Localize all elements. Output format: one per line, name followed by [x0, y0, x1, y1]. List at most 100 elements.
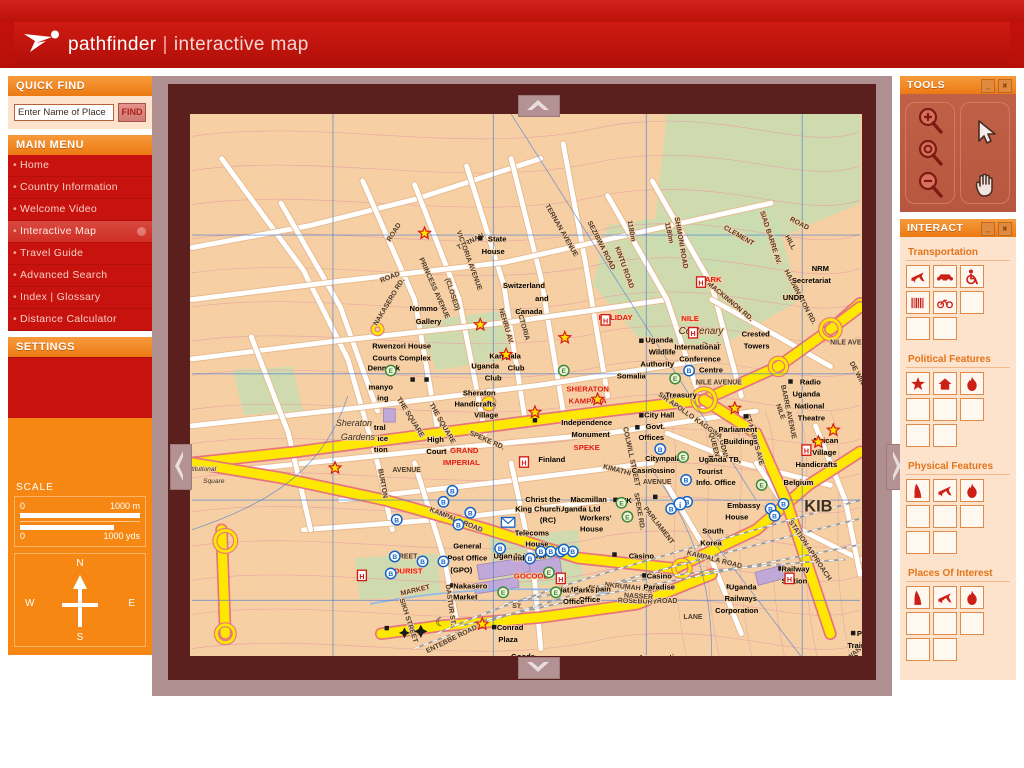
empty-filter-cell[interactable]	[960, 505, 984, 528]
left-sidebar: QUICK FIND FIND MAIN MENU Home Country In…	[8, 76, 152, 655]
interact-icon-grid	[906, 479, 1010, 554]
svg-text:Macmillan: Macmillan	[570, 495, 607, 504]
compass-north-label: N	[76, 558, 84, 569]
svg-text:IMPERIAL: IMPERIAL	[443, 458, 480, 467]
zoom-out-tool[interactable]	[913, 169, 947, 199]
svg-text:Uganda: Uganda	[793, 389, 822, 398]
mountain-filter-cell[interactable]	[906, 586, 930, 609]
empty-filter-cell[interactable]	[906, 505, 930, 528]
svg-text:Gallery: Gallery	[416, 317, 442, 326]
tools-minimize-button[interactable]: _	[981, 79, 995, 93]
empty-filter-cell[interactable]	[933, 531, 957, 554]
empty-filter-cell[interactable]	[906, 531, 930, 554]
app-header: pathfinder | interactive map	[0, 0, 1024, 68]
interact-group-title: Physical Features	[908, 461, 994, 472]
sidebar-item-travel-guide[interactable]: Travel Guide	[8, 243, 152, 265]
empty-filter-cell[interactable]	[906, 612, 930, 635]
bicycle-filter-cell[interactable]	[933, 291, 957, 314]
svg-text:Casino: Casino	[632, 466, 658, 475]
select-tool[interactable]	[968, 117, 1002, 147]
pathfinder-arrow-logo-icon	[24, 30, 59, 52]
sidebar-item-distance-calculator[interactable]: Distance Calculator	[8, 309, 152, 331]
flame-filter-cell[interactable]	[960, 479, 984, 502]
svg-text:General: General	[453, 542, 481, 551]
car-filter-cell[interactable]	[933, 265, 957, 288]
empty-filter-cell[interactable]	[906, 398, 930, 421]
zoom-reset-tool[interactable]	[913, 137, 947, 167]
map-viewport[interactable]: ROAD TERNAN ROAD NAKASERO RD. PRINCESS AVENU…	[190, 114, 862, 656]
tools-close-button[interactable]: ×	[998, 79, 1012, 93]
interact-close-button[interactable]: ×	[998, 222, 1012, 236]
svg-text:International: International	[674, 343, 719, 352]
map-pan-left-button[interactable]	[170, 444, 192, 490]
svg-text:Casino: Casino	[629, 551, 655, 560]
brand-separator: |	[162, 34, 168, 55]
svg-text:Crested: Crested	[742, 330, 771, 339]
flame-filter-cell[interactable]	[960, 372, 984, 395]
flame-filter-cell[interactable]	[960, 586, 984, 609]
svg-text:City Hall: City Hall	[644, 410, 674, 419]
airplane-filter-cell[interactable]	[933, 586, 957, 609]
svg-text:B: B	[781, 501, 786, 508]
star-filter-cell[interactable]	[906, 372, 930, 395]
empty-filter-cell[interactable]	[960, 612, 984, 635]
sidebar-item-country-information[interactable]: Country Information	[8, 177, 152, 199]
sidebar-item-label: Advanced Search	[20, 269, 108, 281]
empty-filter-cell[interactable]	[933, 424, 957, 447]
svg-text:B: B	[456, 522, 461, 529]
airplane-filter-cell[interactable]	[933, 479, 957, 502]
empty-filter-cell[interactable]	[933, 398, 957, 421]
map-canvas[interactable]: ROAD TERNANROADNAKASERO RD. PRINCESS AVENU…	[190, 114, 862, 656]
house-filter-cell[interactable]	[933, 372, 957, 395]
svg-text:Gardens: Gardens	[341, 432, 376, 442]
svg-text:ice: ice	[378, 434, 389, 443]
svg-text:H: H	[603, 317, 608, 325]
airplane-filter-cell[interactable]	[906, 265, 930, 288]
sidebar-item-label: Welcome Video	[20, 203, 98, 215]
find-button[interactable]: FIND	[118, 103, 146, 122]
sidebar-item-interactive-map[interactable]: Interactive Map	[8, 221, 152, 243]
search-input[interactable]	[14, 104, 114, 121]
empty-filter-cell[interactable]	[933, 612, 957, 635]
empty-filter-cell[interactable]	[960, 398, 984, 421]
brand-subtitle: interactive map	[173, 34, 309, 55]
svg-text:B: B	[392, 554, 397, 561]
compass-south-label: S	[76, 632, 84, 643]
empty-filter-cell[interactable]	[960, 291, 984, 314]
empty-filter-cell[interactable]	[906, 424, 930, 447]
svg-text:Court: Court	[426, 447, 447, 456]
interact-minimize-button[interactable]: _	[981, 222, 995, 236]
svg-text:ing: ing	[377, 393, 389, 402]
interact-group-divider	[906, 260, 1010, 261]
svg-text:House: House	[482, 247, 505, 256]
zoom-in-tool[interactable]	[913, 105, 947, 135]
svg-text:Nat. Parks: Nat. Parks	[557, 585, 594, 594]
empty-filter-cell[interactable]	[906, 317, 930, 340]
sidebar-item-label: Distance Calculator	[20, 313, 117, 325]
mountain-filter-cell[interactable]	[906, 479, 930, 502]
sidebar-item-home[interactable]: Home	[8, 155, 152, 177]
svg-text:South: South	[702, 527, 724, 536]
barcode-filter-cell[interactable]	[906, 291, 930, 314]
interact-icon-grid	[906, 586, 1010, 661]
svg-text:B: B	[441, 559, 446, 566]
sidebar-item-advanced-search[interactable]: Advanced Search	[8, 265, 152, 287]
header-top-strip	[0, 0, 1024, 22]
map-pan-down-button[interactable]	[518, 657, 560, 679]
map-pan-up-button[interactable]	[518, 95, 560, 117]
scale-bars: 0 1000 m 0 1000 yds	[14, 496, 146, 547]
svg-text:Tourist: Tourist	[697, 467, 723, 476]
quick-find-header: QUICK FIND	[8, 76, 152, 96]
empty-filter-cell[interactable]	[933, 638, 957, 661]
wheelchair-filter-cell[interactable]	[960, 265, 984, 288]
interact-group-title: Transportation	[908, 247, 979, 258]
sidebar-item-index-glossary[interactable]: Index | Glossary	[8, 287, 152, 309]
empty-filter-cell[interactable]	[933, 505, 957, 528]
svg-text:Centre: Centre	[699, 366, 723, 375]
pan-tool[interactable]	[968, 169, 1002, 199]
sidebar-item-welcome-video[interactable]: Welcome Video	[8, 199, 152, 221]
sidebar-item-label: Interactive Map	[20, 225, 97, 237]
empty-filter-cell[interactable]	[906, 638, 930, 661]
svg-text:Uganda Ltd: Uganda Ltd	[559, 505, 601, 514]
empty-filter-cell[interactable]	[933, 317, 957, 340]
